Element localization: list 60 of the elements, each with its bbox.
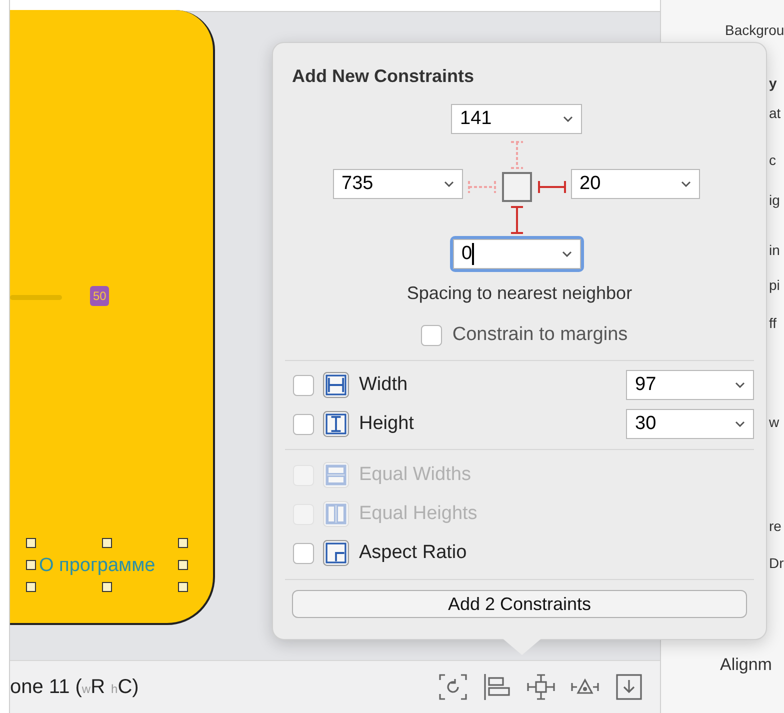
embed-icon[interactable] bbox=[614, 673, 644, 701]
constraint-label: Equal Heights bbox=[359, 502, 478, 526]
value-badge: 50 bbox=[90, 286, 110, 306]
resize-handle[interactable] bbox=[26, 560, 36, 570]
chevron-icon bbox=[735, 421, 745, 427]
constraint-label: Height bbox=[359, 412, 414, 436]
refresh-frames-icon[interactable] bbox=[438, 673, 468, 701]
value-dropdown[interactable]: 0 bbox=[452, 239, 580, 269]
device-label[interactable]: one 11 (wR hC) bbox=[10, 672, 139, 702]
inspector-label: pi bbox=[769, 276, 780, 295]
popover-title: Add New Constraints bbox=[292, 65, 476, 88]
align-icon[interactable] bbox=[482, 673, 512, 701]
resize-handle[interactable] bbox=[178, 560, 188, 570]
resize-handle[interactable] bbox=[102, 582, 112, 592]
checkbox[interactable] bbox=[292, 374, 314, 396]
margins-label: Constrain to margins bbox=[452, 323, 628, 347]
constraint-label: Equal Widths bbox=[359, 462, 471, 487]
value-dropdown[interactable]: 141 bbox=[451, 104, 582, 134]
chevron-icon bbox=[735, 382, 745, 388]
value-dropdown[interactable]: 30 bbox=[626, 409, 754, 439]
resize-handle[interactable] bbox=[26, 538, 36, 548]
constraint-label: Width bbox=[359, 372, 408, 397]
inspector-label: in bbox=[769, 241, 780, 260]
spacing-pin-icon[interactable] bbox=[508, 206, 524, 234]
add-constraints-icon[interactable] bbox=[526, 673, 556, 701]
chevron-icon bbox=[563, 116, 573, 122]
inspector-label: w bbox=[769, 413, 780, 432]
value-dropdown[interactable]: 20 bbox=[570, 169, 700, 199]
equal-heights-icon bbox=[323, 501, 349, 527]
value-dropdown[interactable]: 97 bbox=[626, 370, 754, 400]
spacing-pin-icon[interactable] bbox=[538, 179, 566, 195]
chevron-icon bbox=[562, 251, 572, 257]
inspector-label: Dr bbox=[769, 554, 784, 573]
value-dropdown[interactable]: 735 bbox=[332, 169, 462, 199]
checkbox[interactable] bbox=[421, 324, 442, 346]
resize-handle[interactable] bbox=[102, 538, 112, 548]
inspector-label: ig bbox=[769, 191, 780, 210]
inspector-label: Alignm bbox=[720, 654, 772, 676]
inspector-label: Backgrou bbox=[725, 21, 784, 40]
checkbox[interactable] bbox=[292, 414, 314, 434]
resize-handle[interactable] bbox=[178, 582, 188, 592]
height-constraint-icon bbox=[323, 411, 349, 437]
add-constraints-button[interactable]: Add 2 Constraints bbox=[292, 590, 747, 618]
constraint-label: Aspect Ratio bbox=[359, 540, 467, 565]
width-constraint-icon bbox=[323, 372, 349, 398]
checkbox[interactable] bbox=[292, 542, 314, 564]
inspector-label: at bbox=[769, 104, 781, 123]
resize-handle[interactable] bbox=[178, 538, 188, 548]
spacing-caption: Spacing to nearest neighbor bbox=[406, 282, 632, 305]
resize-handle[interactable] bbox=[26, 582, 36, 592]
equal-widths-icon bbox=[323, 462, 349, 488]
inspector-label: ff bbox=[769, 314, 777, 333]
chevron-icon bbox=[444, 181, 454, 187]
slider-track bbox=[10, 295, 62, 300]
inspector-label: re bbox=[769, 517, 782, 536]
chevron-icon bbox=[680, 181, 690, 187]
inspector-label: y bbox=[769, 74, 777, 93]
view-square bbox=[502, 172, 532, 202]
aspect-ratio-icon bbox=[323, 540, 349, 566]
inspector-label: c bbox=[769, 151, 776, 170]
